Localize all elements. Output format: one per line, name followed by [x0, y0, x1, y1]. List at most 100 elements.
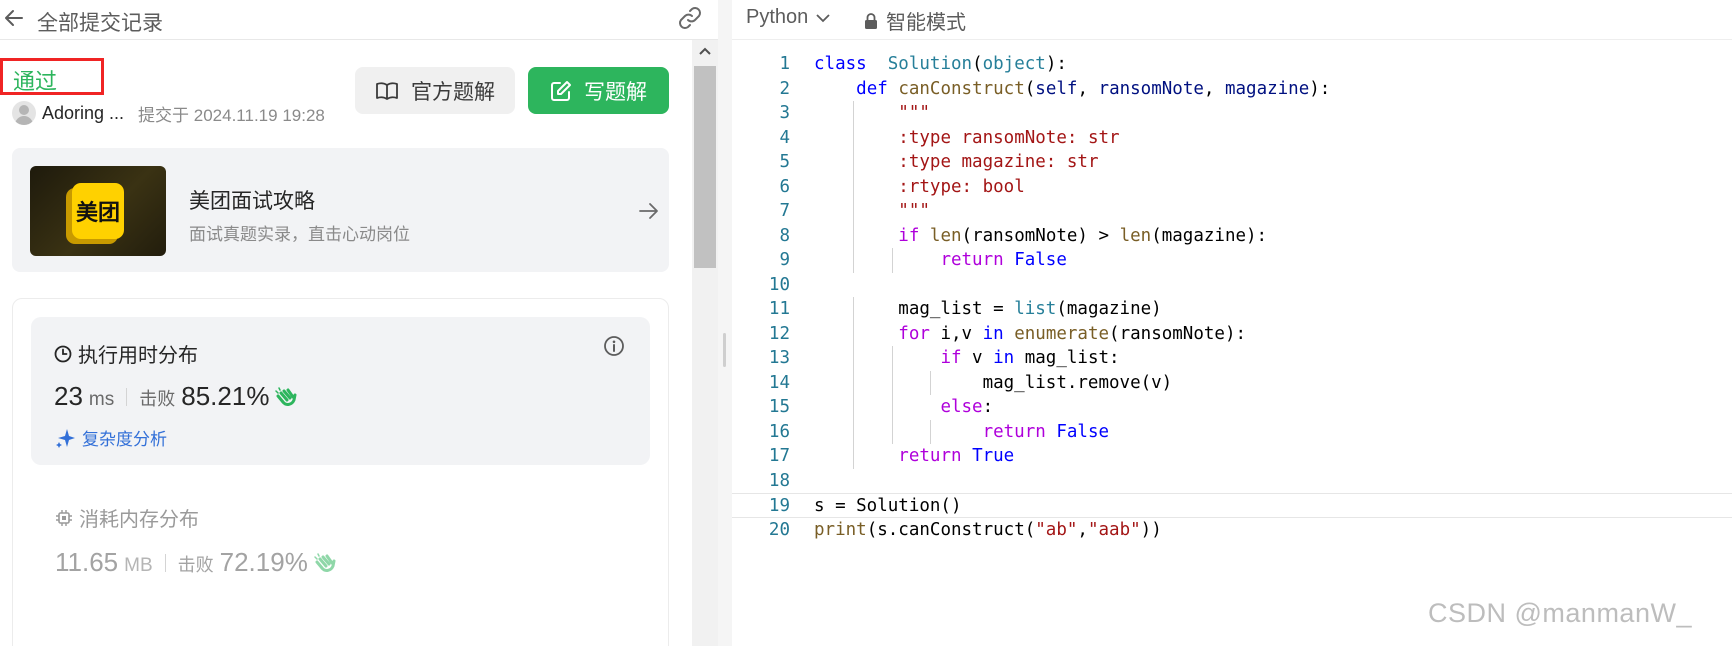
code-text: :type magazine: str — [814, 150, 1098, 175]
divider — [164, 553, 166, 572]
book-icon — [376, 81, 398, 100]
code-token: mag_list.remove(v) — [814, 372, 1173, 393]
code-token: (magazine) — [1056, 299, 1162, 319]
panel-splitter[interactable] — [718, 0, 732, 646]
scroll-thumb[interactable] — [694, 66, 716, 268]
code-text: mag_list = list(magazine) — [814, 297, 1162, 322]
info-icon[interactable] — [603, 335, 625, 357]
code-line[interactable]: 12 for i,v in enumerate(ransomNote): — [732, 321, 1732, 346]
promo-card[interactable]: 美团 美团面试攻略 面试真题实录，直击心动岗位 — [12, 148, 669, 272]
language-select[interactable]: Python — [746, 6, 830, 29]
code-line[interactable]: 19 s = Solution() — [732, 493, 1732, 518]
clap-hands-icon — [275, 386, 297, 406]
vertical-scrollbar[interactable] — [692, 40, 718, 646]
code-token: ): — [1045, 54, 1067, 74]
code-line[interactable]: 5 :type magazine: str — [732, 150, 1732, 175]
code-token: self — [1035, 78, 1078, 99]
promo-subtitle: 面试真题实录，直击心动岗位 — [189, 225, 410, 244]
complexity-analysis-link[interactable]: 复杂度分析 — [56, 425, 167, 450]
code-token: list — [1014, 299, 1057, 319]
username[interactable]: Adoring ... — [42, 103, 124, 124]
link-icon[interactable] — [676, 6, 704, 30]
sparkle-icon — [56, 428, 75, 448]
lock-icon — [865, 12, 877, 29]
code-token: print — [814, 519, 867, 540]
smart-mode-toggle[interactable]: 智能模式 — [864, 6, 966, 35]
memory-panel[interactable]: 消耗内存分布 11.65 MB 击败 72.19% — [55, 503, 635, 623]
runtime-percent: 85.21% — [181, 381, 270, 411]
code-line[interactable]: 18 — [732, 469, 1732, 494]
panel-header: 全部提交记录 — [0, 0, 718, 40]
code-line[interactable]: 4 :type ransomNote: str — [732, 125, 1732, 150]
code-line[interactable]: 3 """ — [732, 101, 1732, 126]
splitter-grip[interactable] — [723, 333, 726, 367]
code-line[interactable]: 2 def canConstruct(self, ransomNote, mag… — [732, 77, 1732, 102]
code-token: False — [1056, 421, 1110, 442]
code-line[interactable]: 16 return False — [732, 419, 1732, 444]
code-editor[interactable]: 1 class Solution(object): 2 def canConstru… — [732, 52, 1732, 612]
line-number: 3 — [779, 103, 790, 123]
code-editor-panel: Python 智能模式 1 class Solution(object): 2 de… — [732, 0, 1732, 646]
code-line[interactable]: 8 if len(ransomNote) > len(magazine): — [732, 223, 1732, 248]
code-text: class Solution(object): — [814, 52, 1067, 77]
avatar[interactable] — [12, 101, 36, 125]
runtime-title-text: 执行用时分布 — [78, 345, 198, 367]
code-line[interactable]: 6 :rtype: bool — [732, 174, 1732, 199]
code-token: ): — [1309, 78, 1331, 99]
code-token: if — [940, 348, 962, 368]
code-token: ( — [972, 54, 983, 74]
code-token: canConstruct — [898, 78, 1025, 99]
runtime-values: 23 ms 击败 85.21% — [54, 381, 297, 412]
clock-icon — [54, 345, 72, 362]
code-text: def canConstruct(self, ransomNote, magaz… — [814, 77, 1330, 102]
scroll-up-icon[interactable] — [699, 46, 711, 56]
write-solution-button[interactable]: 写题解 — [528, 67, 669, 114]
code-token: len — [929, 225, 962, 246]
code-token: """ — [898, 201, 930, 221]
submitted-time: 提交于 2024.11.19 19:28 — [138, 105, 325, 125]
line-number: 20 — [768, 519, 790, 540]
code-line[interactable]: 14 mag_list.remove(v) — [732, 370, 1732, 395]
line-number: 1 — [779, 54, 790, 74]
code-line[interactable]: 15 else: — [732, 395, 1732, 420]
back-arrow-icon[interactable] — [4, 7, 24, 29]
code-token: """ — [898, 103, 930, 123]
arrow-right-icon[interactable] — [638, 201, 660, 221]
code-token: if — [898, 225, 920, 246]
code-line[interactable]: 7 """ — [732, 199, 1732, 224]
code-token: magazine — [1224, 78, 1310, 99]
code-text: else: — [814, 395, 993, 420]
line-number: 15 — [768, 397, 790, 417]
submitter-row: Adoring ... 提交于 2024.11.19 19:28 — [12, 100, 325, 126]
runtime-panel[interactable]: 执行用时分布 23 ms 击败 85.21% 复杂度分析 — [31, 317, 650, 465]
code-line[interactable]: 13 if v in mag_list: — [732, 346, 1732, 371]
code-token: ( — [1024, 78, 1036, 99]
official-solution-button[interactable]: 官方题解 — [355, 67, 515, 114]
code-line[interactable]: 17 return True — [732, 444, 1732, 469]
code-token: , — [1077, 78, 1099, 99]
code-token: Solution — [887, 54, 973, 74]
code-line[interactable]: 1 class Solution(object): — [732, 52, 1732, 77]
code-line[interactable]: 9 return False — [732, 248, 1732, 273]
code-token: :rtype: bool — [898, 176, 1025, 197]
line-number: 2 — [779, 78, 790, 99]
line-number: 14 — [768, 372, 790, 393]
code-line[interactable]: 11 mag_list = list(magazine) — [732, 297, 1732, 322]
line-number: 18 — [768, 470, 790, 491]
code-line[interactable]: 20 print(s.canConstruct("ab","aab")) — [732, 518, 1732, 543]
promo-title: 美团面试攻略 — [189, 190, 315, 213]
code-line[interactable]: 10 — [732, 273, 1732, 298]
code-token: ransomNote — [1098, 78, 1204, 99]
code-token: (s.canConstruct( — [866, 519, 1036, 540]
line-number: 7 — [779, 201, 790, 221]
memory-title-text: 消耗内存分布 — [79, 509, 199, 531]
memory-percent: 72.19% — [219, 547, 308, 577]
